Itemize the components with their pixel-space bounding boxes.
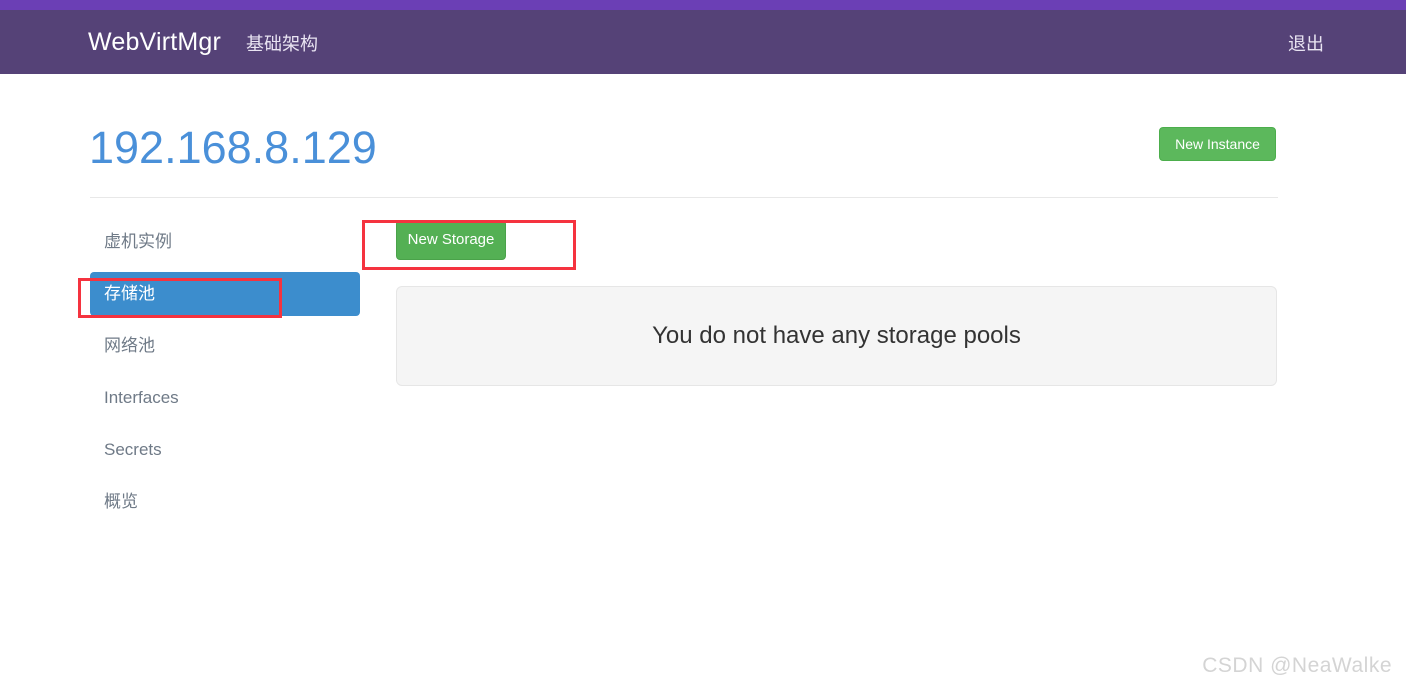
- top-navbar: WebVirtMgr 基础架构 退出: [0, 10, 1406, 74]
- sidebar-nav: 虚机实例 存储池 网络池 Interfaces Secrets 概览: [90, 220, 360, 532]
- sidebar-item-network-pools[interactable]: 网络池: [90, 324, 360, 368]
- sidebar-item-secrets[interactable]: Secrets: [90, 428, 360, 472]
- page-title: 192.168.8.129: [89, 122, 377, 173]
- sidebar-item-interfaces[interactable]: Interfaces: [90, 376, 360, 420]
- header-divider: [90, 197, 1278, 198]
- brand-logo[interactable]: WebVirtMgr: [88, 27, 221, 57]
- sidebar-item-storage-pools[interactable]: 存储池: [90, 272, 360, 316]
- empty-state-message: You do not have any storage pools: [652, 322, 1021, 349]
- storage-toolbar: New Storage: [396, 220, 506, 260]
- top-accent-strip: [0, 0, 1406, 10]
- sidebar-item-overview[interactable]: 概览: [90, 480, 360, 524]
- sidebar-item-instances[interactable]: 虚机实例: [90, 220, 360, 264]
- nav-item-infrastructure[interactable]: 基础架构: [246, 32, 318, 56]
- new-instance-button[interactable]: New Instance: [1159, 127, 1276, 161]
- nav-item-logout[interactable]: 退出: [1288, 32, 1324, 56]
- new-storage-button[interactable]: New Storage: [396, 220, 506, 260]
- watermark-text: CSDN @NeaWalke: [1202, 654, 1392, 677]
- storage-pools-empty-panel: You do not have any storage pools: [396, 286, 1277, 386]
